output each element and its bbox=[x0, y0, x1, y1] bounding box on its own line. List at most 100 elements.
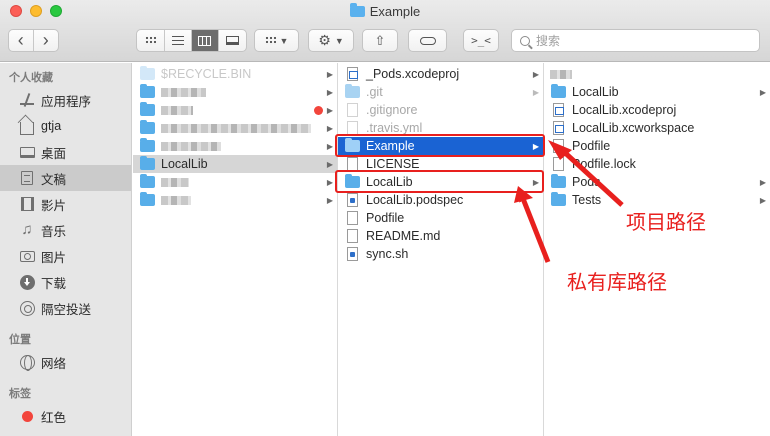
icon-view-button[interactable] bbox=[137, 30, 165, 51]
share-icon: ⇧ bbox=[374, 32, 386, 48]
sidebar-item-network[interactable]: 网络 bbox=[0, 349, 131, 375]
list-item[interactable] bbox=[544, 65, 770, 83]
home-icon bbox=[20, 121, 34, 135]
podspec-file-icon bbox=[347, 193, 358, 207]
folder-icon bbox=[345, 84, 360, 98]
sidebar-item-home[interactable]: gtja bbox=[0, 113, 131, 139]
chevron-left-icon: ‹ bbox=[17, 30, 24, 50]
sidebar-item-red-tag[interactable]: 红色 bbox=[0, 403, 131, 429]
list-item[interactable]: ▶ bbox=[133, 191, 337, 209]
list-item[interactable]: README.md bbox=[338, 227, 543, 245]
gallery-view-button[interactable] bbox=[219, 30, 246, 51]
sidebar-item-desktop[interactable]: 桌面 bbox=[0, 139, 131, 165]
group-button[interactable]: ▼ bbox=[254, 29, 299, 52]
chevron-right-icon: ▶ bbox=[326, 177, 333, 187]
chevron-right-icon: ▶ bbox=[326, 69, 333, 79]
folder-icon bbox=[551, 192, 566, 206]
window-toolbar: Example ‹ › ▼ ⚙ ▼ ⇧ >_< 搜索 bbox=[0, 0, 770, 62]
grid-icon bbox=[144, 36, 156, 45]
list-item[interactable]: LocalLib ▶ bbox=[544, 83, 770, 101]
chevron-down-icon: ▼ bbox=[334, 35, 344, 46]
list-item[interactable]: Pods ▶ bbox=[544, 173, 770, 191]
tag-outline-icon bbox=[419, 36, 436, 45]
list-item[interactable]: .gitignore bbox=[338, 101, 543, 119]
list-item-locallib[interactable]: LocalLib ▶ bbox=[133, 155, 337, 173]
network-icon bbox=[19, 354, 35, 371]
sidebar-item-movies[interactable]: 影片 bbox=[0, 191, 131, 217]
list-item[interactable]: Podfile.lock bbox=[544, 155, 770, 173]
column-view-button[interactable] bbox=[192, 30, 219, 51]
chevron-right-icon: › bbox=[42, 30, 49, 50]
search-icon bbox=[520, 35, 530, 46]
red-tag-dot-icon bbox=[314, 105, 323, 115]
column-3: LocalLib ▶ LocalLib.xcodeproj LocalLib.xc… bbox=[544, 63, 770, 436]
forward-button[interactable]: › bbox=[34, 30, 58, 51]
terminal-icon: >_< bbox=[471, 34, 491, 47]
xcworkspace-file-icon bbox=[553, 121, 564, 135]
back-button[interactable]: ‹ bbox=[9, 30, 34, 51]
list-item[interactable]: ▶ bbox=[133, 173, 337, 191]
file-icon bbox=[553, 157, 564, 171]
folder-icon bbox=[551, 84, 566, 98]
list-item[interactable]: Podfile bbox=[544, 137, 770, 155]
list-view-button[interactable] bbox=[165, 30, 192, 51]
chevron-right-icon: ▶ bbox=[759, 87, 766, 97]
list-item[interactable]: Podfile bbox=[338, 209, 543, 227]
chevron-right-icon: ▶ bbox=[326, 87, 333, 97]
chevron-right-icon: ▶ bbox=[532, 87, 539, 97]
redacted-text bbox=[161, 105, 193, 115]
tags-button[interactable] bbox=[408, 29, 447, 52]
share-button[interactable]: ⇧ bbox=[362, 29, 398, 52]
redacted-text bbox=[161, 123, 311, 133]
airdrop-icon bbox=[19, 300, 35, 316]
desktop-icon bbox=[19, 146, 35, 158]
columns-icon bbox=[198, 35, 212, 46]
pictures-icon bbox=[19, 250, 35, 262]
group-grid-icon bbox=[264, 36, 276, 45]
sidebar-heading-locations: 位置 bbox=[9, 334, 31, 346]
list-item[interactable]: LocalLib.xcodeproj bbox=[544, 101, 770, 119]
list-item[interactable]: LocalLib.xcworkspace bbox=[544, 119, 770, 137]
folder-icon bbox=[140, 84, 155, 98]
chevron-right-icon: ▶ bbox=[326, 141, 333, 151]
chevron-right-icon: ▶ bbox=[326, 159, 333, 169]
redacted-text bbox=[161, 177, 189, 187]
file-icon bbox=[553, 139, 564, 153]
sidebar-item-pictures[interactable]: 图片 bbox=[0, 243, 131, 269]
shell-script-file-icon bbox=[347, 247, 358, 261]
list-item[interactable]: _Pods.xcodeproj ▶ bbox=[338, 65, 543, 83]
list-item[interactable]: ▶ bbox=[133, 101, 337, 119]
list-item[interactable]: ▶ bbox=[133, 137, 337, 155]
folder-icon bbox=[140, 174, 155, 188]
xcodeproj-file-icon bbox=[347, 67, 358, 81]
folder-icon bbox=[140, 120, 155, 134]
redacted-text bbox=[161, 141, 221, 151]
folder-icon bbox=[140, 66, 155, 80]
sidebar-item-documents[interactable]: 文稿 bbox=[0, 165, 131, 191]
chevron-right-icon: ▶ bbox=[532, 69, 539, 79]
chevron-right-icon: ▶ bbox=[326, 105, 333, 115]
sidebar-item-downloads[interactable]: 下载 bbox=[0, 269, 131, 295]
nav-buttons: ‹ › bbox=[8, 29, 59, 52]
search-field[interactable]: 搜索 bbox=[511, 29, 760, 52]
redacted-text bbox=[161, 87, 206, 97]
sidebar-item-music[interactable]: ♫ 音乐 bbox=[0, 217, 131, 243]
red-tag-icon bbox=[21, 410, 33, 422]
annotation-project-path: 项目路径 bbox=[626, 210, 706, 234]
sidebar-item-applications[interactable]: 应用程序 bbox=[0, 87, 131, 113]
highlight-box-example bbox=[335, 134, 545, 157]
chevron-right-icon: ▶ bbox=[326, 123, 333, 133]
list-item[interactable]: ▶ bbox=[133, 83, 337, 101]
chevron-right-icon: ▶ bbox=[759, 177, 766, 187]
list-item[interactable]: .git ▶ bbox=[338, 83, 543, 101]
list-item[interactable]: ▶ bbox=[133, 119, 337, 137]
folder-icon bbox=[140, 102, 155, 116]
action-button[interactable]: ⚙ ▼ bbox=[308, 29, 354, 52]
terminal-button[interactable]: >_< bbox=[463, 29, 499, 52]
gallery-icon bbox=[225, 36, 239, 45]
list-item[interactable]: sync.sh bbox=[338, 245, 543, 263]
sidebar-item-airdrop[interactable]: 隔空投送 bbox=[0, 295, 131, 321]
list-item[interactable]: $RECYCLE.BIN ▶ bbox=[133, 65, 337, 83]
list-icon bbox=[171, 36, 184, 45]
list-item[interactable]: LocalLib.podspec bbox=[338, 191, 543, 209]
